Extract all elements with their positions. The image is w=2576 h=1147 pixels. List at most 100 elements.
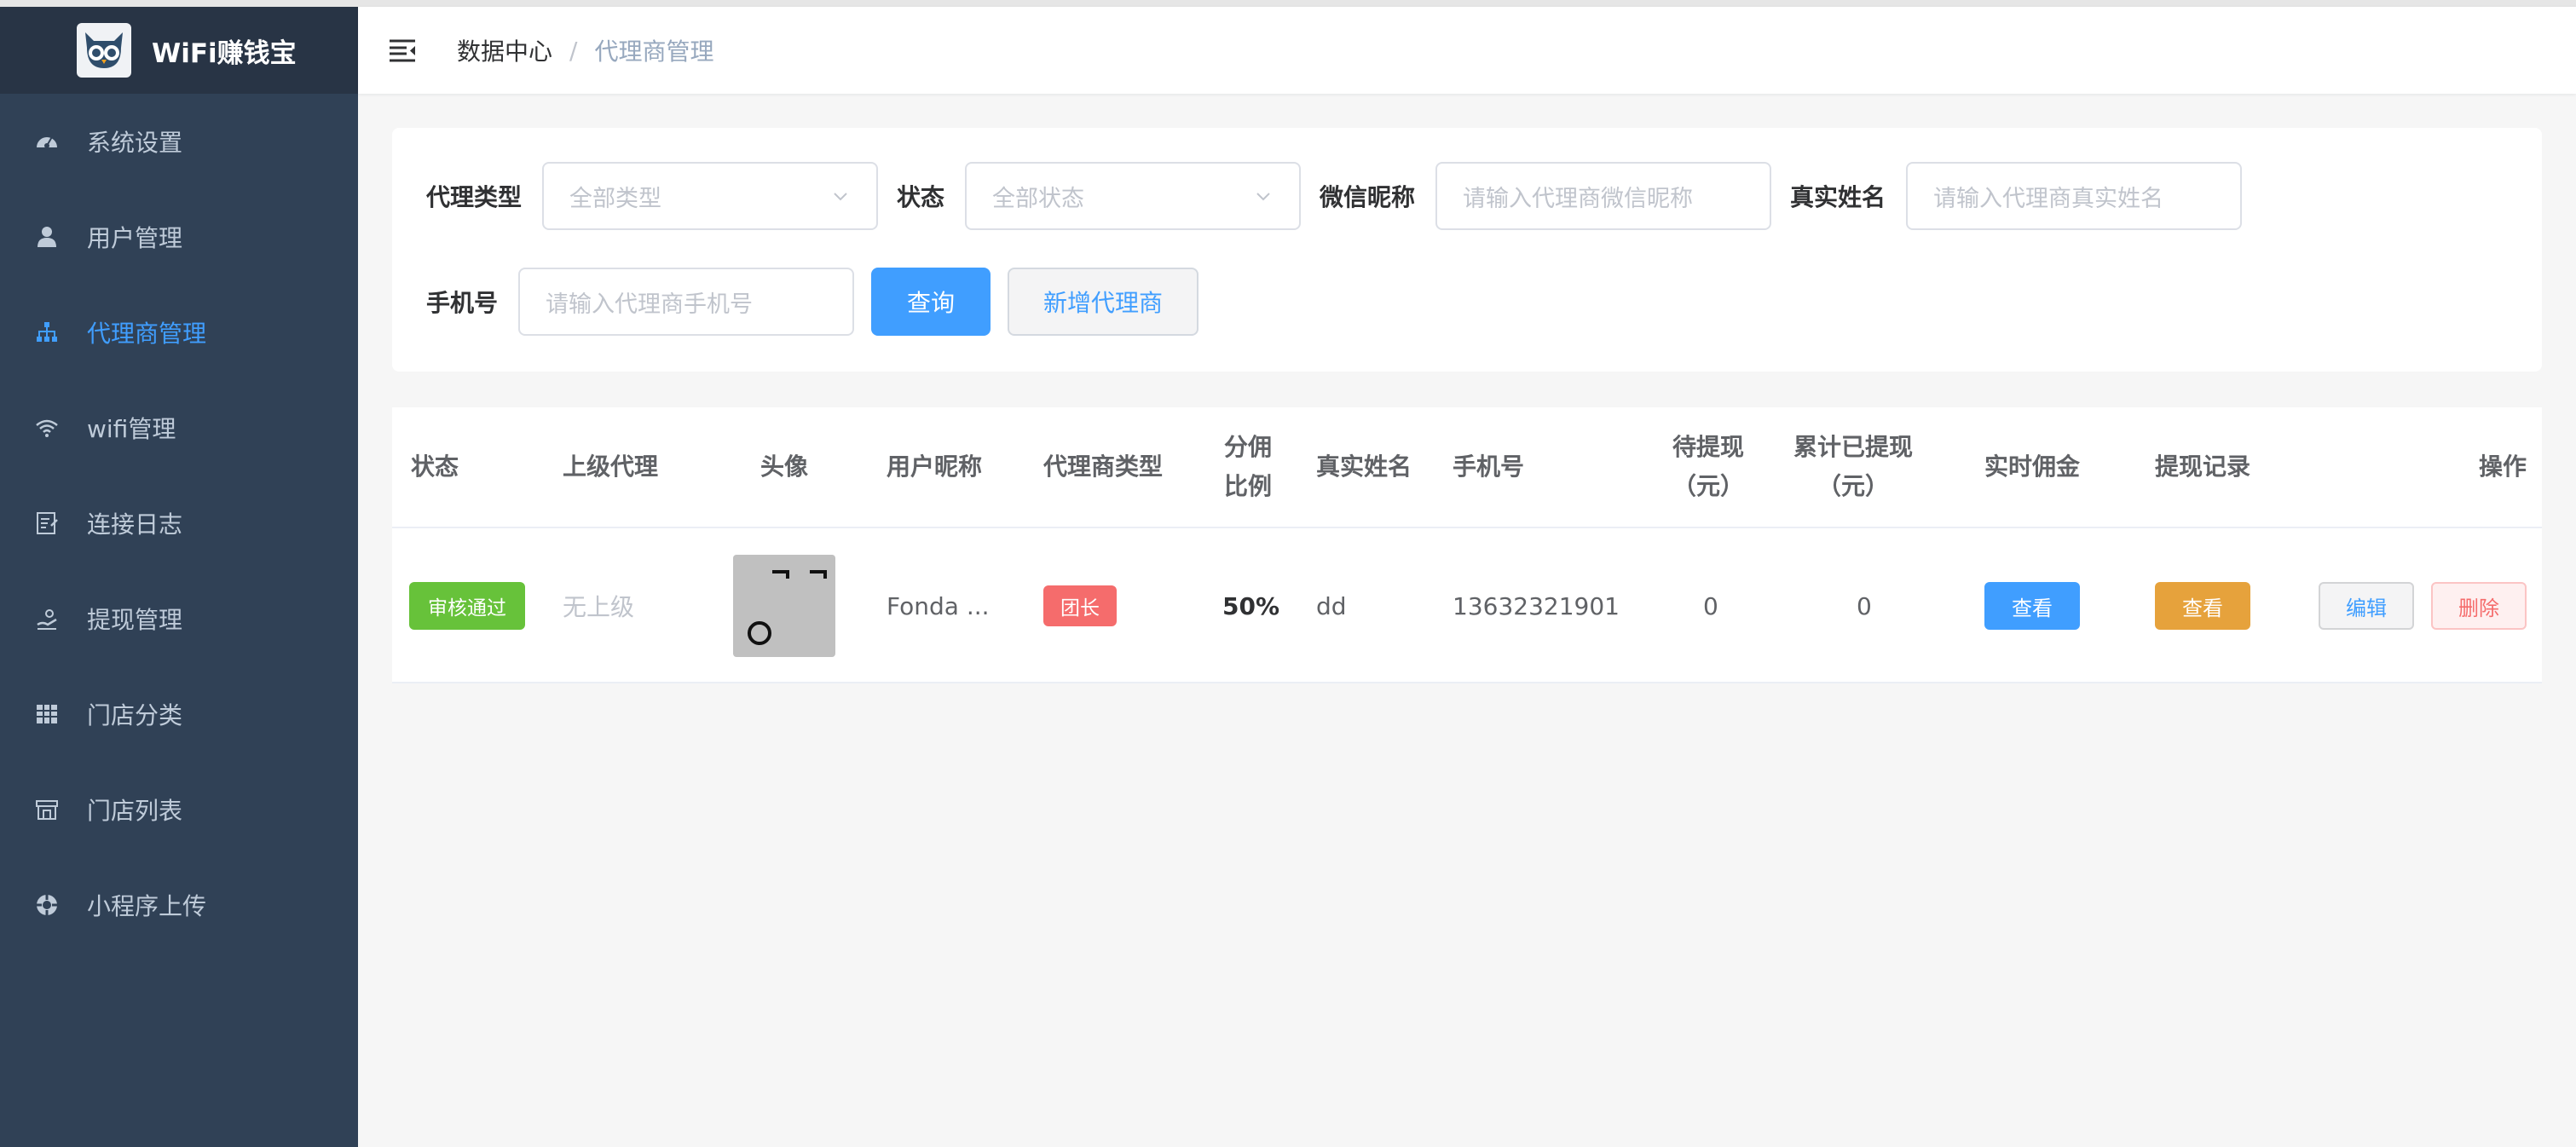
- sidebar-item-label: 代理商管理: [87, 320, 207, 348]
- row-records-cell: 查看: [2155, 528, 2250, 683]
- phone-input[interactable]: 请输入代理商手机号: [518, 268, 855, 336]
- status-select[interactable]: 全部状态: [965, 162, 1302, 230]
- sidebar-item-wifi-management[interactable]: wifi管理: [0, 380, 358, 476]
- col-pending-line1: 待提现: [1672, 433, 1745, 461]
- avatar: [733, 555, 835, 657]
- col-pending: 待提现 （元）: [1672, 407, 1744, 527]
- sidebar: WiFi赚钱宝 系统设置 用户管理 代理商管理 wifi管理 连接日志 提现管理…: [0, 7, 358, 1147]
- col-real-name: 真实姓名: [1316, 452, 1412, 481]
- col-withdrawn: 累计已提现 （元）: [1793, 407, 1913, 527]
- sidebar-item-label: 门店列表: [87, 797, 183, 825]
- search-button[interactable]: 查询: [871, 268, 991, 336]
- status-badge: 审核通过: [409, 582, 525, 630]
- col-parent: 上级代理: [563, 452, 659, 481]
- sidebar-item-user-management[interactable]: 用户管理: [0, 189, 358, 285]
- add-agent-button[interactable]: 新增代理商: [1008, 268, 1199, 336]
- wechat-nickname-label: 微信昵称: [1320, 183, 1416, 211]
- wechat-nickname-placeholder: 请输入代理商微信昵称: [1463, 185, 1694, 212]
- view-records-button[interactable]: 查看: [2155, 582, 2250, 630]
- col-commission: 实时佣金: [1984, 452, 2081, 481]
- col-status: 状态: [411, 452, 459, 481]
- row-divider: [392, 682, 2542, 683]
- breadcrumb-separator: /: [569, 36, 578, 65]
- col-records: 提现记录: [2155, 452, 2251, 481]
- owl-logo-icon: [77, 23, 131, 78]
- sidebar-item-label: 连接日志: [87, 510, 183, 539]
- breadcrumb-root[interactable]: 数据中心: [457, 33, 552, 67]
- user-icon: [32, 222, 61, 251]
- col-ratio-line2: 比例: [1224, 472, 1273, 500]
- wechat-nickname-input[interactable]: 请输入代理商微信昵称: [1435, 162, 1772, 230]
- store-icon: [32, 795, 61, 824]
- upload-icon: [32, 891, 61, 919]
- sidebar-item-withdraw-management[interactable]: 提现管理: [0, 571, 358, 666]
- phone-placeholder: 请输入代理商手机号: [546, 291, 754, 318]
- col-pending-line2: （元）: [1672, 472, 1745, 500]
- filter-row-2: 手机号 请输入代理商手机号 查询 新增代理商: [426, 268, 1199, 336]
- agent-type-label: 代理类型: [426, 183, 523, 211]
- top-border: [0, 0, 2576, 7]
- menu-toggle-icon[interactable]: [385, 33, 419, 67]
- col-ratio-line1: 分佣: [1224, 433, 1273, 461]
- sidebar-item-label: 小程序上传: [87, 892, 207, 920]
- sidebar-item-label: 提现管理: [87, 606, 183, 634]
- breadcrumb-current: 代理商管理: [594, 37, 714, 66]
- edit-button[interactable]: 编辑: [2319, 582, 2414, 630]
- delete-button[interactable]: 删除: [2431, 582, 2527, 630]
- avatar-face-icon: [748, 570, 827, 645]
- brand: WiFi赚钱宝: [0, 7, 358, 94]
- col-type: 代理商类型: [1043, 452, 1164, 481]
- sidebar-item-agent-management[interactable]: 代理商管理: [0, 285, 358, 380]
- row-parent-cell: 无上级: [563, 593, 635, 621]
- agent-type-badge: 团长: [1043, 585, 1117, 626]
- sidebar-item-store-category[interactable]: 门店分类: [0, 666, 358, 762]
- row-nickname-cell: Fonda ...: [887, 591, 990, 620]
- col-nickname: 用户昵称: [887, 452, 983, 481]
- col-withdrawn-line2: （元）: [1817, 472, 1890, 500]
- sidebar-item-label: wifi管理: [87, 415, 176, 443]
- row-actions-cell: 编辑 删除: [2319, 528, 2527, 683]
- row-avatar-cell: [733, 528, 835, 683]
- withdraw-icon: [32, 604, 61, 633]
- grid-icon: [32, 700, 61, 729]
- sidebar-item-label: 系统设置: [87, 129, 183, 157]
- row-phone-cell: 13632321901: [1453, 591, 1620, 620]
- app-title: WiFi赚钱宝: [152, 37, 297, 69]
- filter-row-1: 代理类型 全部类型 状态 全部状态 微信昵称 请输入代理商微信昵称 真实姓名 请…: [426, 162, 2243, 230]
- real-name-label: 真实姓名: [1790, 183, 1886, 211]
- col-withdrawn-line1: 累计已提现: [1793, 433, 1914, 461]
- row-ratio-cell: 50%: [1222, 591, 1280, 620]
- agent-type-select[interactable]: 全部类型: [542, 162, 879, 230]
- org-tree-icon: [32, 318, 61, 347]
- wifi-icon: [32, 413, 61, 442]
- view-commission-button[interactable]: 查看: [1984, 582, 2080, 630]
- chevron-down-icon: [834, 193, 847, 201]
- agent-type-placeholder: 全部类型: [569, 185, 662, 212]
- phone-label: 手机号: [426, 289, 499, 317]
- sidebar-item-connection-log[interactable]: 连接日志: [0, 476, 358, 571]
- col-avatar: 头像: [760, 452, 809, 481]
- filter-panel: 代理类型 全部类型 状态 全部状态 微信昵称 请输入代理商微信昵称 真实姓名 请…: [392, 128, 2542, 372]
- row-real-name-cell: dd: [1316, 591, 1347, 620]
- agent-table: 状态 上级代理 头像 用户昵称 代理商类型 分佣 比例 真实姓名 手机号 待提现…: [392, 407, 2542, 683]
- row-status-cell: 审核通过: [409, 528, 525, 683]
- status-label: 状态: [897, 183, 945, 211]
- sidebar-item-label: 门店分类: [87, 701, 183, 729]
- col-ratio: 分佣 比例: [1224, 407, 1272, 527]
- dashboard-icon: [32, 127, 61, 156]
- col-phone: 手机号: [1453, 452, 1525, 481]
- sidebar-item-store-list[interactable]: 门店列表: [0, 762, 358, 857]
- real-name-input[interactable]: 请输入代理商真实姓名: [1906, 162, 2243, 230]
- chevron-down-icon: [1256, 193, 1270, 201]
- col-actions: 操作: [2479, 452, 2527, 481]
- log-icon: [32, 509, 61, 538]
- row-pending-cell: 0: [1703, 591, 1718, 620]
- row-withdrawn-cell: 0: [1857, 591, 1872, 620]
- sidebar-item-label: 用户管理: [87, 224, 183, 252]
- breadcrumb: 数据中心 / 代理商管理: [457, 33, 713, 67]
- row-commission-cell: 查看: [1984, 528, 2080, 683]
- sidebar-item-miniprogram-upload[interactable]: 小程序上传: [0, 857, 358, 953]
- top-navbar: 数据中心 / 代理商管理: [358, 7, 2576, 94]
- sidebar-item-system-settings[interactable]: 系统设置: [0, 94, 358, 189]
- real-name-placeholder: 请输入代理商真实姓名: [1933, 185, 2164, 212]
